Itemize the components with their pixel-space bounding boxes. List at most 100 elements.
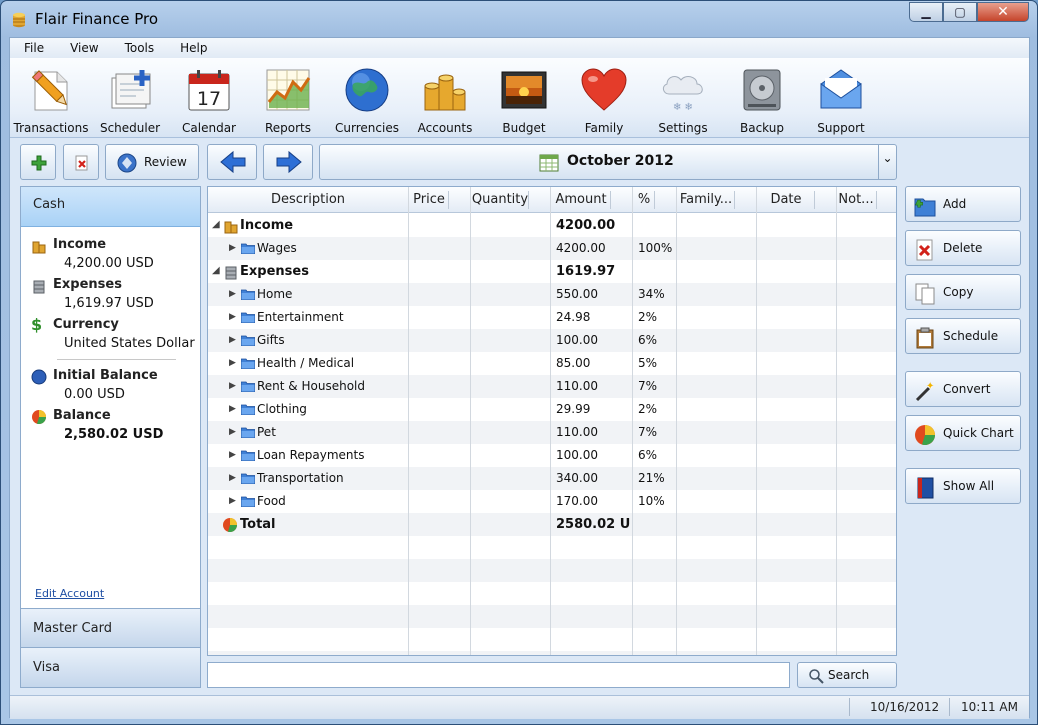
grid-column-line	[836, 187, 837, 655]
toolbar-calendar-button[interactable]: 17 Calendar	[168, 60, 250, 135]
column-percent[interactable]: %	[632, 187, 656, 213]
folder-icon	[241, 404, 255, 415]
category-row[interactable]: ▶ Health / Medical 85.00 5%	[208, 352, 896, 375]
empty-row[interactable]	[208, 628, 896, 651]
empty-row[interactable]	[208, 536, 896, 559]
column-notes[interactable]: Not...	[836, 187, 876, 213]
menu-help[interactable]: Help	[180, 41, 207, 55]
toolbar-currencies-button[interactable]: Currencies	[326, 60, 408, 135]
expand-triangle-icon[interactable]: ▶	[229, 398, 236, 421]
initial-balance-value: 0.00 USD	[64, 387, 125, 402]
expand-triangle-icon[interactable]: ▶	[229, 421, 236, 444]
empty-row[interactable]	[208, 605, 896, 628]
empty-row[interactable]	[208, 651, 896, 655]
toolbar-budget-button[interactable]: Budget	[483, 60, 565, 135]
toolbar-backup-button[interactable]: Backup	[721, 60, 803, 135]
minimize-button[interactable]: ▁	[909, 2, 943, 22]
status-date: 10/16/2012	[870, 700, 940, 714]
empty-row[interactable]	[208, 582, 896, 605]
account-tab-visa[interactable]: Visa	[21, 647, 200, 687]
category-row[interactable]: ▶ Wages 4200.00 100%	[208, 237, 896, 260]
schedule-button[interactable]: Schedule	[905, 318, 1021, 354]
toolbar-label: Settings	[658, 121, 708, 135]
category-row[interactable]: ▶ Home 550.00 34%	[208, 283, 896, 306]
total-row[interactable]: Total 2580.02 US	[208, 513, 896, 536]
menu-file[interactable]: File	[24, 41, 44, 55]
search-button-label: Search	[828, 668, 870, 682]
collapse-triangle-icon[interactable]: ◢	[212, 214, 220, 237]
toolbar-settings-button[interactable]: ❄ ❄ Settings	[642, 60, 724, 135]
action-label: Show All	[943, 479, 995, 493]
add-button[interactable]: Add	[905, 186, 1021, 222]
copy-button[interactable]: Copy	[905, 274, 1021, 310]
expand-triangle-icon[interactable]: ▶	[229, 352, 236, 375]
expand-triangle-icon[interactable]: ▶	[229, 490, 236, 513]
next-month-button[interactable]	[263, 144, 313, 180]
toolbar-transactions-button[interactable]: Transactions	[10, 60, 92, 135]
collapse-triangle-icon[interactable]: ◢	[212, 260, 220, 283]
delete-button[interactable]: Delete	[905, 230, 1021, 266]
column-date[interactable]: Date	[756, 187, 816, 213]
toolbar-scheduler-button[interactable]: Scheduler	[89, 60, 171, 135]
category-row[interactable]: ▶ Entertainment 24.98 2%	[208, 306, 896, 329]
expand-triangle-icon[interactable]: ▶	[229, 329, 236, 352]
category-row[interactable]: ▶ Food 170.00 10%	[208, 490, 896, 513]
group-row[interactable]: ◢ Expenses 1619.97	[208, 260, 896, 283]
cell-percent: 2%	[638, 402, 658, 416]
delete-transaction-button[interactable]	[63, 144, 99, 180]
show-all-button[interactable]: Show All	[905, 468, 1021, 504]
search-button[interactable]: Search	[797, 662, 897, 688]
month-selector[interactable]: October 2012 ⌄	[319, 144, 897, 180]
svg-text:❄ ❄: ❄ ❄	[673, 102, 693, 113]
category-row[interactable]: ▶ Clothing 29.99 2%	[208, 398, 896, 421]
menu-tools[interactable]: Tools	[125, 41, 155, 55]
expand-triangle-icon[interactable]: ▶	[229, 467, 236, 490]
add-transaction-button[interactable]	[20, 144, 56, 180]
close-icon: ✕	[997, 4, 1009, 20]
search-input[interactable]	[207, 662, 790, 688]
toolbar-accounts-button[interactable]: Accounts	[404, 60, 486, 135]
expand-triangle-icon[interactable]: ▶	[229, 375, 236, 398]
cell-percent: 2%	[638, 310, 658, 324]
toolbar-support-button[interactable]: Support	[800, 60, 882, 135]
account-tab-master-card[interactable]: Master Card	[21, 608, 200, 648]
summary-currency: $ Currency	[21, 315, 200, 335]
expand-triangle-icon[interactable]: ▶	[229, 306, 236, 329]
category-row[interactable]: ▶ Pet 110.00 7%	[208, 421, 896, 444]
grid-column-line	[550, 187, 551, 655]
cell-percent: 21%	[638, 471, 665, 485]
empty-row[interactable]	[208, 559, 896, 582]
column-amount[interactable]: Amount	[550, 187, 612, 213]
previous-month-button[interactable]	[207, 144, 257, 180]
title-bar[interactable]: Flair Finance Pro ▁ ▢ ✕	[1, 1, 1037, 37]
column-family[interactable]: Family...	[676, 187, 736, 213]
quick-chart-button[interactable]: Quick Chart	[905, 415, 1021, 451]
convert-button[interactable]: ✦ Convert	[905, 371, 1021, 407]
transactions-grid[interactable]: Description Price Quantity Amount % Fami…	[207, 186, 897, 656]
column-description[interactable]: Description	[208, 187, 408, 213]
maximize-button[interactable]: ▢	[943, 2, 977, 22]
expand-triangle-icon[interactable]: ▶	[229, 444, 236, 467]
expand-triangle-icon[interactable]: ▶	[229, 237, 236, 260]
menu-view[interactable]: View	[70, 41, 98, 55]
calendar-icon: 17	[188, 70, 230, 111]
close-button[interactable]: ✕	[977, 2, 1029, 22]
grid-column-line	[470, 187, 471, 655]
cell-amount: 170.00	[556, 494, 598, 508]
column-quantity[interactable]: Quantity	[470, 187, 530, 213]
category-row[interactable]: ▶ Transportation 340.00 21%	[208, 467, 896, 490]
category-row[interactable]: ▶ Gifts 100.00 6%	[208, 329, 896, 352]
expand-triangle-icon[interactable]: ▶	[229, 283, 236, 306]
edit-account-link[interactable]: Edit Account	[35, 587, 104, 600]
review-button[interactable]: Review	[105, 144, 199, 180]
coins-icon	[32, 241, 46, 254]
account-tab-cash[interactable]: Cash	[21, 187, 200, 227]
toolbar-reports-button[interactable]: Reports	[247, 60, 329, 135]
group-row[interactable]: ◢ Income 4200.00	[208, 214, 896, 237]
month-dropdown-button[interactable]: ⌄	[878, 145, 896, 179]
app-coins-icon	[13, 12, 25, 28]
category-row[interactable]: ▶ Rent & Household 110.00 7%	[208, 375, 896, 398]
toolbar-family-button[interactable]: Family	[563, 60, 645, 135]
column-price[interactable]: Price	[408, 187, 450, 213]
category-row[interactable]: ▶ Loan Repayments 100.00 6%	[208, 444, 896, 467]
